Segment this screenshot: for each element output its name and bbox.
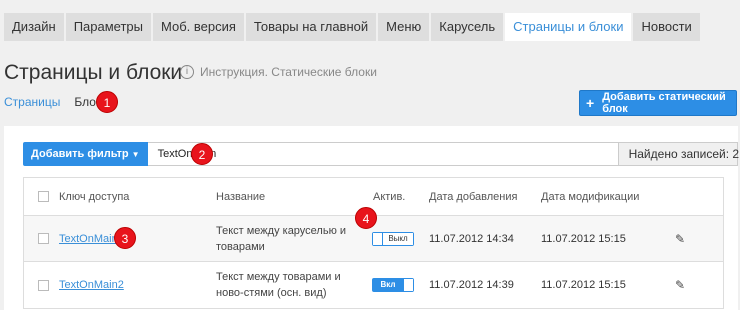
tab-menu[interactable]: Меню <box>378 13 430 41</box>
records-found: Найдено записей: 2 <box>618 142 739 166</box>
plus-icon: + <box>586 95 595 111</box>
add-filter-button[interactable]: Добавить фильтр ▼ <box>23 142 148 166</box>
toggle-knob <box>403 279 413 291</box>
edit-pencil-icon[interactable]: ✎ <box>675 232 685 246</box>
settings-tabs: Дизайн Параметры Моб. версия Товары на г… <box>4 13 702 41</box>
row-checkbox[interactable] <box>38 279 49 291</box>
row-checkbox[interactable] <box>38 233 49 244</box>
blocks-panel: Добавить фильтр ▼ TextOnMain Найдено зап… <box>4 126 739 310</box>
active-toggle[interactable]: Вкл <box>372 278 414 292</box>
header-modified[interactable]: Дата модификации <box>541 191 639 203</box>
header-name[interactable]: Название <box>216 191 265 203</box>
tab-parameters[interactable]: Параметры <box>65 13 152 41</box>
add-static-block-label: Добавить статический блок <box>602 91 726 115</box>
filter-input[interactable]: TextOnMain <box>147 142 619 166</box>
annotation-badge-1: 1 <box>96 91 118 113</box>
tab-news[interactable]: Новости <box>633 13 700 41</box>
edit-pencil-icon[interactable]: ✎ <box>675 278 685 292</box>
tab-mobile[interactable]: Моб. версия <box>153 13 244 41</box>
block-name: Текст между товарами и ново-стями (осн. … <box>216 271 341 299</box>
caret-down-icon: ▼ <box>131 150 140 159</box>
toggle-label: Вкл <box>373 279 403 291</box>
instruction-link[interactable]: i Инструкция. Статические блоки <box>180 65 377 79</box>
filter-bar: Добавить фильтр ▼ TextOnMain Найдено зап… <box>23 142 739 166</box>
add-filter-label: Добавить фильтр <box>31 148 129 160</box>
select-all-checkbox[interactable] <box>38 191 49 202</box>
subnav-pages-link[interactable]: Страницы <box>4 95 60 109</box>
block-key-link[interactable]: TextOnMain2 <box>59 279 124 291</box>
date-modified: 11.07.2012 15:15 <box>541 279 626 291</box>
page-title: Страницы и блоки <box>4 61 183 84</box>
header-added[interactable]: Дата добавления <box>429 191 517 203</box>
info-icon: i <box>180 65 194 79</box>
date-modified: 11.07.2012 15:15 <box>541 232 626 245</box>
header-key[interactable]: Ключ доступа <box>59 191 129 203</box>
annotation-badge-4: 4 <box>355 207 377 229</box>
block-key-link[interactable]: TextOnMain <box>59 233 118 245</box>
active-toggle[interactable]: Выкл <box>372 231 414 246</box>
block-name: Текст между каруселью и товарами <box>216 224 347 253</box>
date-added: 11.07.2012 14:39 <box>429 279 514 291</box>
add-static-block-button[interactable]: + Добавить статический блок <box>579 90 737 116</box>
instruction-label: Инструкция. Статические блоки <box>200 65 377 79</box>
table-row: TextOnMain2 Текст между товарами и ново-… <box>24 262 723 308</box>
date-added: 11.07.2012 14:34 <box>429 232 514 245</box>
header-active[interactable]: Актив. <box>373 191 405 203</box>
toggle-knob <box>373 232 383 245</box>
tab-pages-blocks[interactable]: Страницы и блоки <box>505 13 632 41</box>
annotation-badge-3: 3 <box>114 227 136 249</box>
breadcrumb: Страницы Блоки <box>4 95 108 109</box>
toggle-label: Выкл <box>383 232 413 245</box>
annotation-badge-2: 2 <box>191 143 213 165</box>
tab-design[interactable]: Дизайн <box>4 13 64 41</box>
tab-home-products[interactable]: Товары на главной <box>245 13 377 41</box>
tab-carousel[interactable]: Карусель <box>431 13 504 41</box>
